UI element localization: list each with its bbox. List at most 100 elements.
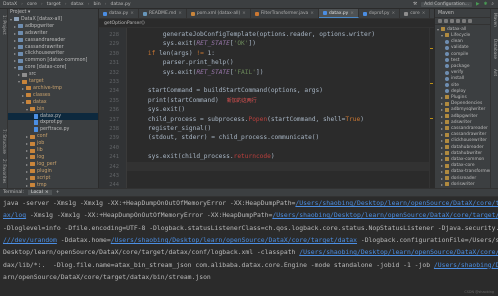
line-number: 228 [109, 32, 119, 38]
line-number: 233 [109, 79, 119, 85]
close-icon[interactable]: × [45, 190, 49, 195]
warning-marker[interactable] [430, 118, 433, 119]
terminal-path-link[interactable]: /Users/shaobing/Desktop/le [434, 261, 498, 269]
code-token: ) [270, 153, 275, 161]
editor-tab[interactable]: datax.py × [318, 9, 359, 18]
add-session-icon[interactable]: + [56, 190, 60, 195]
editor-tab[interactable]: README.md × [139, 9, 187, 18]
terminal-text: java -server -Xms1g -Xmx1g -XX:+HeapDump… [3, 199, 296, 207]
breadcrumb-separator: › [64, 1, 67, 7]
code-token: != [196, 49, 208, 57]
maven-module-icon [445, 151, 449, 156]
breadcrumb-item[interactable]: datax [71, 2, 84, 7]
code-token: True [345, 115, 361, 123]
run-icon[interactable]: ▶ [476, 2, 480, 7]
tool-window-label[interactable]: 2: Favorites [2, 159, 7, 183]
run-configuration-selector[interactable]: Add Configuration... [421, 1, 473, 7]
terminal-path-link[interactable]: /Users/shaobing/Desktop/learn/openSource… [295, 199, 498, 207]
line-number: 230 [109, 50, 119, 57]
code-line[interactable]: print(startCommand) 新加的这两行 [133, 97, 257, 104]
settings-icon[interactable] [468, 19, 472, 23]
code-line[interactable]: generateJobConfigTemplate(options.reader… [133, 31, 375, 38]
code-line[interactable]: parser.print_help() [133, 59, 234, 66]
terminal-path-link[interactable]: /Users/shaobing/Desktop/learn/openSource… [272, 211, 498, 219]
editor-tab[interactable]: dxprof.py × [359, 9, 401, 18]
add-icon[interactable] [444, 19, 448, 23]
terminal-path-link[interactable]: ///dev/urandom [3, 236, 57, 244]
editor-tab[interactable]: FilterTransformer.java × [251, 9, 319, 18]
close-icon[interactable]: × [242, 11, 246, 16]
code-line[interactable]: sys.exit(child_process.returncode) [133, 153, 275, 160]
tree-item-label: datax.py [40, 113, 62, 119]
code-line[interactable]: sys.exit(RET_STATE['OK']) [133, 40, 256, 47]
close-icon[interactable]: × [350, 11, 354, 16]
debug-icon[interactable]: ✱ [484, 2, 488, 7]
search-icon[interactable]: ⌕ [491, 1, 494, 7]
folder-icon [30, 134, 35, 139]
editor-tab-label: datax.py [109, 11, 129, 16]
close-icon[interactable]: × [422, 11, 426, 16]
editor-tab[interactable]: core × [400, 9, 431, 18]
file-icon [103, 11, 107, 16]
breadcrumb-item[interactable]: datax.py [110, 2, 130, 7]
code-line[interactable]: (stdout, stderr) = child_process.communi… [133, 134, 319, 141]
code-line[interactable]: startCommand = buildStartCommand(options… [133, 87, 323, 94]
code-token: ]) [255, 68, 264, 76]
close-icon[interactable]: × [130, 11, 134, 16]
tool-window-label[interactable]: Database [493, 39, 498, 59]
title-bar: DataX › core › target › datax › bin › datax.py ⚒ Add… [0, 0, 498, 9]
close-icon[interactable]: × [178, 11, 182, 16]
gear-icon [445, 83, 449, 88]
skip-tests-icon[interactable] [462, 19, 466, 23]
code-line[interactable]: if len(args) != 1: [133, 50, 215, 57]
tool-window-label[interactable]: Maven [493, 13, 498, 27]
maven-item-label: install [451, 76, 465, 82]
reload-icon[interactable] [438, 19, 442, 23]
breadcrumb-item[interactable]: getOptionParser() [104, 21, 145, 26]
run-icon[interactable] [450, 19, 454, 23]
maven-item-label: clean [451, 39, 463, 45]
code-line[interactable]: child_process = subprocess.Popen(startCo… [133, 116, 364, 123]
editor-tab[interactable]: pom.xml (datax-all) × [187, 9, 251, 18]
hammer-icon[interactable]: ⚒ [413, 2, 417, 7]
maven-item-label: compile [451, 51, 469, 57]
folder-icon [30, 162, 35, 167]
maven-item-label: datax-common [451, 156, 485, 162]
breadcrumb-item[interactable]: target [47, 2, 61, 7]
terminal-path-link[interactable]: ax/log [3, 211, 26, 219]
tree-item-label: perftrace.py [40, 127, 70, 133]
tree-item-label: datax [33, 99, 47, 105]
tool-window-label[interactable]: Ant [493, 69, 498, 76]
close-icon[interactable]: × [392, 11, 396, 16]
maven-module-icon [445, 145, 449, 150]
right-tool-strip: Maven Database Ant [490, 9, 498, 188]
maven-module-icon [445, 120, 449, 125]
code-line[interactable]: sys.exit(RET_STATE['FAIL']) [133, 68, 264, 76]
gear-icon [445, 89, 449, 94]
code-line[interactable]: register_signal() [133, 125, 211, 132]
code-editor[interactable]: 228 229 230 231 232 233 234 235 236 237 238 239 240 2… [99, 28, 434, 188]
terminal-output[interactable]: java -server -Xms1g -Xmx1g -XX:+HeapDump… [0, 197, 498, 296]
breadcrumb-item[interactable]: bin [94, 2, 101, 7]
warning-marker[interactable] [430, 83, 433, 84]
editor-tab-label: README.md [148, 11, 177, 16]
terminal-session-tab[interactable]: Local × [27, 190, 52, 195]
terminal-line: java -server -Xms1g -Xmx1g -XX:+HeapDump… [3, 199, 498, 207]
maven-tree-item[interactable]: ▸ doriswriter [435, 181, 490, 188]
folder-icon [26, 93, 31, 98]
terminal-path-link[interactable]: /Users/shaobing/Desktop/learn/openSource… [299, 248, 498, 256]
tool-window-label[interactable]: 7: Structure [2, 129, 7, 154]
terminal-path-link[interactable]: /Users/shaobing/Desktop/learn/openSource… [111, 236, 357, 244]
editor-tab[interactable]: datax.py × [99, 9, 139, 18]
close-icon[interactable]: × [310, 11, 314, 16]
terminal-text: -Xms1g -Xmx1g -XX:+HeapDumpOnOutOfMemory… [26, 211, 273, 220]
breadcrumb-item[interactable]: core [27, 2, 37, 7]
folder-icon [445, 101, 449, 106]
warning-marker[interactable] [430, 48, 433, 49]
tool-window-label[interactable]: 1: Project [2, 15, 7, 35]
python-file-icon [34, 113, 38, 119]
editor-tab-label: dxprof.py [368, 11, 390, 16]
toggle-offline-icon[interactable] [456, 19, 460, 23]
breadcrumb-item[interactable]: DataX [3, 2, 17, 7]
code-line[interactable]: sys.exit() [133, 106, 185, 113]
